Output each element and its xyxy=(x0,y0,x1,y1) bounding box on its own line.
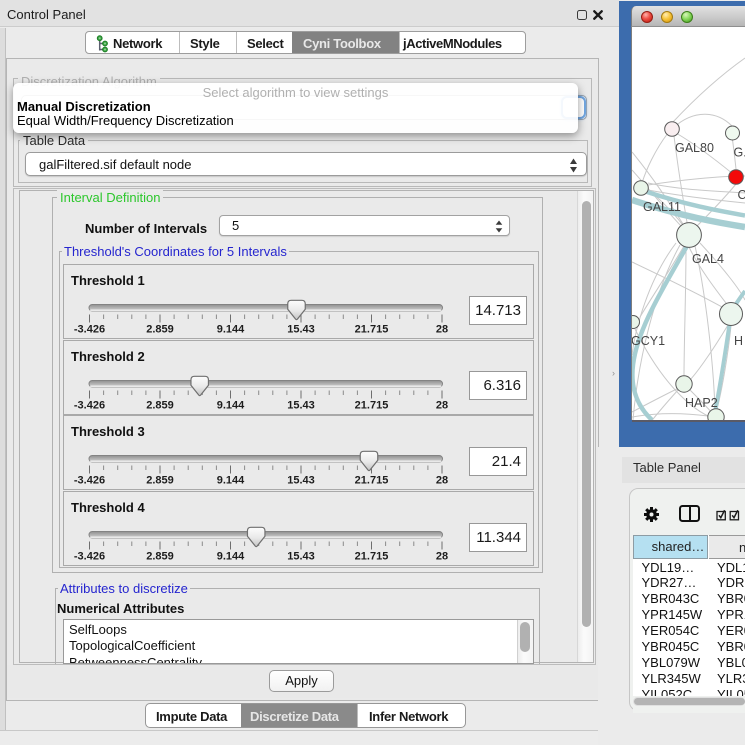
svg-text:-3.426: -3.426 xyxy=(74,399,105,411)
svg-text:21.715: 21.715 xyxy=(355,399,389,411)
svg-text:2.859: 2.859 xyxy=(146,399,174,411)
svg-text:GAL4: GAL4 xyxy=(692,252,724,266)
svg-text:21.715: 21.715 xyxy=(355,324,389,336)
svg-text:15.43: 15.43 xyxy=(287,399,315,411)
svg-text:GAL80: GAL80 xyxy=(675,141,714,155)
svg-text:2.859: 2.859 xyxy=(146,551,174,563)
svg-text:GAL11: GAL11 xyxy=(643,200,681,214)
svg-text:9.144: 9.144 xyxy=(217,551,245,563)
svg-text:9.144: 9.144 xyxy=(217,324,245,336)
svg-text:2.859: 2.859 xyxy=(146,324,174,336)
svg-text:-3.426: -3.426 xyxy=(74,551,105,563)
svg-text:9.144: 9.144 xyxy=(217,399,245,411)
svg-text:-3.426: -3.426 xyxy=(74,324,105,336)
svg-text:15.43: 15.43 xyxy=(287,475,315,487)
svg-text:28: 28 xyxy=(436,475,448,487)
svg-text:HAP2: HAP2 xyxy=(685,396,718,410)
svg-text:-3.426: -3.426 xyxy=(74,475,105,487)
svg-text:H: H xyxy=(734,334,743,348)
svg-text:28: 28 xyxy=(436,551,448,563)
svg-text:G.: G. xyxy=(734,146,745,160)
svg-text:15.43: 15.43 xyxy=(287,551,315,563)
svg-text:21.715: 21.715 xyxy=(355,551,389,563)
svg-text:15.43: 15.43 xyxy=(287,324,315,336)
svg-text:2.859: 2.859 xyxy=(146,475,174,487)
svg-text:28: 28 xyxy=(436,324,448,336)
svg-text:21.715: 21.715 xyxy=(355,475,389,487)
svg-text:C: C xyxy=(738,188,745,202)
svg-text:9.144: 9.144 xyxy=(217,475,245,487)
svg-text:GCY1: GCY1 xyxy=(632,334,665,348)
svg-text:28: 28 xyxy=(436,399,448,411)
